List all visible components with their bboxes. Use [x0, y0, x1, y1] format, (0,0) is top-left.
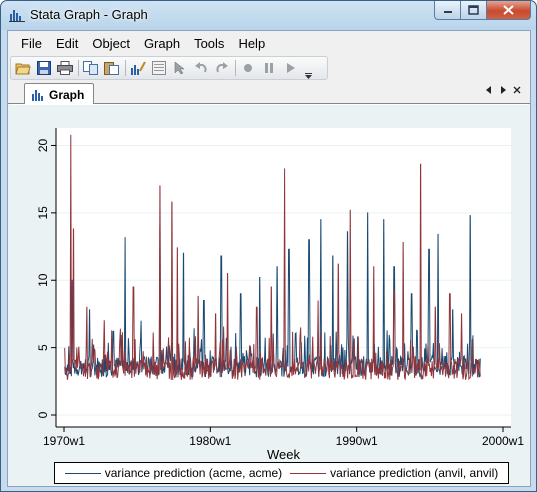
toolbar-separator — [235, 60, 236, 76]
toolbar-separator — [78, 60, 79, 76]
plot-region — [56, 128, 511, 427]
legend-swatch-acme — [64, 472, 101, 474]
pointer-icon — [174, 61, 185, 75]
save-button[interactable] — [35, 59, 53, 77]
x-tick-label: 1980w1 — [189, 434, 231, 448]
y-tick-label: 15 — [36, 206, 50, 220]
menu-file[interactable]: File — [14, 33, 49, 54]
minimize-icon — [443, 11, 452, 13]
x-tick-label: 2000w1 — [482, 434, 524, 448]
open-icon — [15, 63, 31, 75]
tab-graph-label: Graph — [49, 87, 85, 102]
close-icon — [503, 5, 514, 15]
x-axis-label: Week — [267, 447, 300, 462]
menu-tools[interactable]: Tools — [187, 33, 231, 54]
y-tick-label: 20 — [36, 138, 50, 152]
tab-navigation — [484, 86, 522, 96]
tab-strip: Graph — [8, 82, 530, 105]
open-button[interactable] — [14, 59, 32, 77]
window-title: Stata Graph - Graph — [30, 7, 148, 22]
variance-chart: 0 5 10 15 20 1970w1 1980w1 1990w1 2000w1 Week — [36, 128, 524, 462]
maximize-button[interactable] — [461, 1, 487, 20]
graph-icon — [32, 89, 43, 101]
menu-help[interactable]: Help — [231, 33, 272, 54]
graph-area[interactable]: 0 5 10 15 20 1970w1 1980w1 1990w1 2000w1 Week var… — [9, 104, 529, 485]
client-area: File Edit Object Graph Tools Help Graph … — [7, 30, 531, 487]
pointer-button[interactable] — [171, 59, 189, 77]
tab-close-button[interactable] — [512, 86, 522, 96]
x-tick-label: 1970w1 — [43, 434, 85, 448]
triangle-left-icon — [486, 86, 491, 94]
record-button[interactable] — [239, 59, 257, 77]
menu-object[interactable]: Object — [85, 33, 137, 54]
paste-icon — [104, 62, 119, 75]
paste-button[interactable] — [103, 59, 121, 77]
play-icon — [287, 63, 295, 73]
save-icon — [37, 61, 51, 75]
stata-graph-app-icon — [9, 10, 25, 22]
print-button[interactable] — [56, 59, 74, 77]
maximize-icon — [468, 5, 479, 15]
undo-button[interactable] — [192, 59, 210, 77]
y-tick-label: 5 — [36, 344, 50, 351]
object-browser-icon — [152, 61, 166, 75]
undo-icon — [195, 62, 207, 73]
tab-graph[interactable]: Graph — [24, 83, 94, 105]
toolbar-overflow-button[interactable] — [304, 57, 313, 79]
title-bar[interactable]: Stata Graph - Graph — [1, 1, 536, 30]
pause-icon — [265, 63, 273, 73]
minimize-button[interactable] — [434, 1, 461, 20]
copy-button[interactable] — [82, 59, 100, 77]
tab-scroll-left-button[interactable] — [484, 86, 494, 96]
toolbar-overflow-icon — [305, 73, 312, 79]
toolbar-separator — [125, 60, 126, 76]
graph-editor-icon — [131, 61, 146, 75]
menu-graph[interactable]: Graph — [137, 33, 187, 54]
legend-entry-anvil: variance prediction (anvil, anvil) — [290, 466, 498, 480]
print-icon — [57, 61, 73, 75]
pause-button[interactable] — [260, 59, 278, 77]
redo-icon — [216, 62, 228, 73]
menu-bar: File Edit Object Graph Tools Help — [8, 31, 530, 55]
legend-entry-acme: variance prediction (acme, acme) — [64, 466, 283, 480]
legend-label-anvil: variance prediction (anvil, anvil) — [330, 466, 499, 480]
legend-label-acme: variance prediction (acme, acme) — [104, 466, 283, 480]
object-browser-button[interactable] — [150, 59, 168, 77]
chart-legend: variance prediction (acme, acme) varianc… — [54, 462, 509, 484]
close-icon — [513, 86, 521, 94]
play-button[interactable] — [281, 59, 299, 77]
legend-swatch-anvil — [290, 472, 327, 474]
y-tick-label: 10 — [36, 273, 50, 287]
graph-editor-button[interactable] — [129, 59, 147, 77]
x-tick-label: 1990w1 — [336, 434, 378, 448]
close-button[interactable] — [487, 1, 531, 20]
triangle-right-icon — [501, 86, 506, 94]
toolbar — [10, 56, 328, 80]
tab-scroll-right-button[interactable] — [498, 86, 508, 96]
redo-button[interactable] — [213, 59, 231, 77]
stata-graph-window: Stata Graph - Graph File Edit Object Gra… — [0, 0, 537, 492]
y-tick-label: 0 — [36, 411, 50, 418]
copy-icon — [83, 61, 98, 75]
menu-edit[interactable]: Edit — [49, 33, 85, 54]
record-icon — [244, 64, 252, 72]
